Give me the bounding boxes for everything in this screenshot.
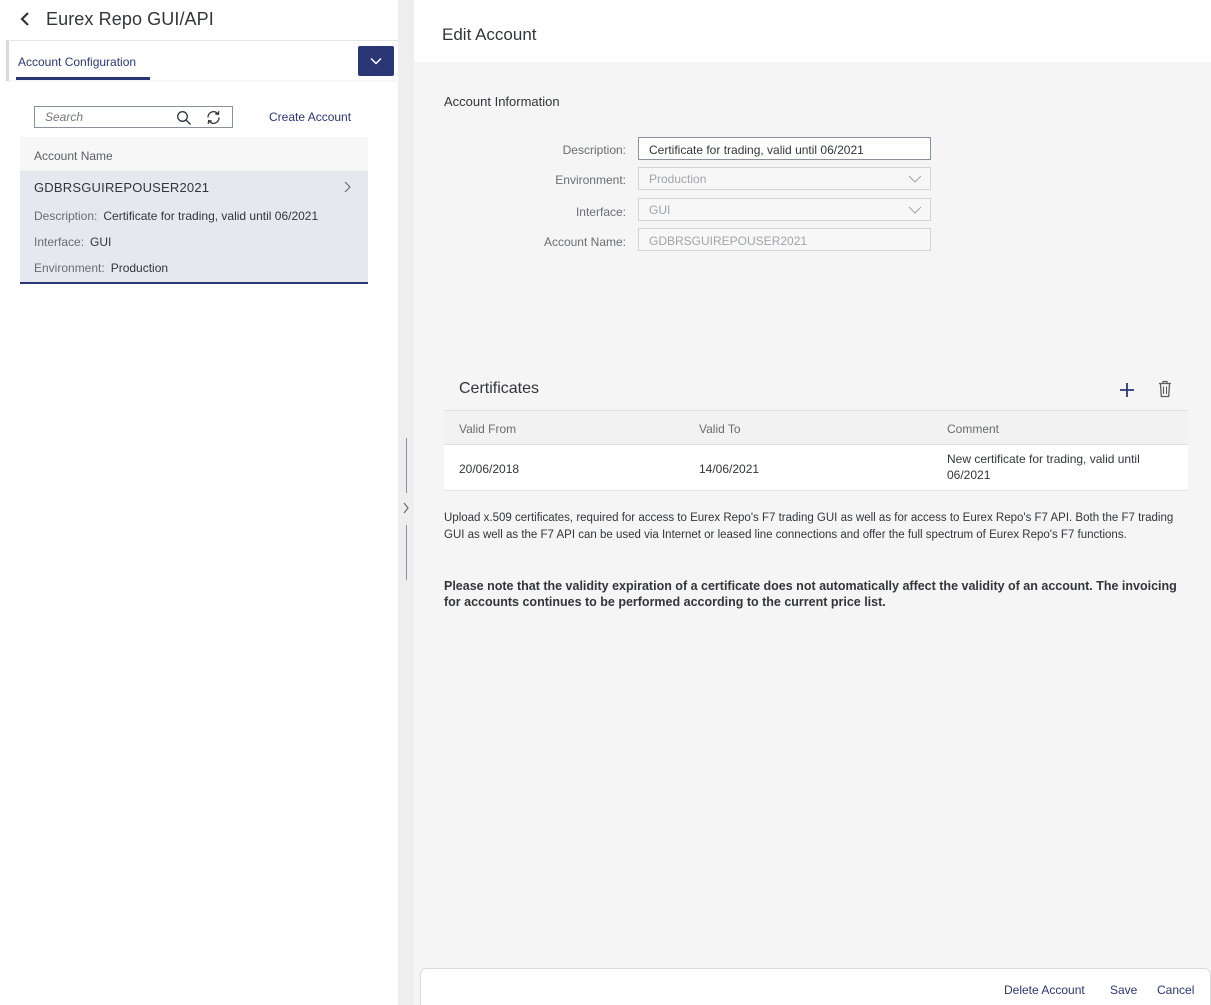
environment-select: Production (638, 167, 931, 190)
delete-account-button[interactable]: Delete Account (1004, 983, 1085, 997)
certificates-title: Certificates (459, 380, 540, 397)
back-arrow-icon[interactable] (18, 10, 36, 28)
search-toolbar: Create Account (20, 96, 368, 136)
splitter-chevron-right-icon[interactable] (401, 501, 411, 515)
account-information-title: Account Information (444, 94, 560, 109)
search-icon[interactable] (176, 110, 192, 126)
detail-header: Edit Account (414, 0, 1211, 62)
save-button[interactable]: Save (1110, 983, 1137, 997)
interface-select: GUI (638, 198, 931, 221)
splitter-grip-bottom (406, 525, 407, 580)
environment-value: Production (110, 261, 169, 275)
account-name-field-label: Account Name: (543, 235, 626, 249)
account-configuration-bar: Account Configuration (6, 40, 398, 81)
environment-field-label: Environment: (555, 173, 626, 187)
splitter-grip-top (406, 438, 407, 493)
chevron-down-icon (908, 206, 922, 214)
configuration-dropdown-button[interactable] (358, 46, 394, 76)
trash-icon[interactable] (1157, 380, 1173, 398)
account-list-item[interactable]: GDBRSGUIREPOUSER2021 Description: Certifi… (20, 172, 368, 284)
column-header-valid-to: Valid To (699, 422, 741, 436)
chevron-down-icon (908, 175, 922, 183)
footer-toolbar: Delete Account Save Cancel (420, 968, 1211, 1005)
search-input[interactable] (45, 109, 165, 125)
account-name-input: GDBRSGUIREPOUSER2021 (638, 228, 931, 251)
interface-value: GUI (90, 235, 112, 249)
description-value: Certificate for trading, valid until 06/… (103, 209, 319, 223)
master-pane: Eurex Repo GUI/API Account Configuration (0, 0, 398, 1005)
app-header: Eurex Repo GUI/API (0, 0, 398, 38)
chevron-down-icon (370, 57, 382, 65)
page-title: Edit Account (442, 25, 537, 44)
description-input[interactable]: Certificate for trading, valid until 06/… (638, 137, 931, 160)
interface-label: Interface: (34, 235, 85, 249)
column-header-comment: Comment (947, 422, 1000, 436)
certificates-info-text: Upload x.509 certificates, required for … (444, 512, 1174, 541)
valid-to-cell: 14/06/2021 (699, 462, 760, 476)
account-list-area: Create Account Account Name GDBRSGUIREPO… (20, 96, 368, 284)
comment-cell: New certificate for trading, valid until… (947, 452, 1140, 482)
validity-notice-text: Please note that the validity expiration… (444, 579, 1177, 609)
list-column-header: Account Name (20, 137, 368, 172)
add-icon[interactable] (1118, 381, 1136, 399)
environment-select-value: Production (649, 172, 707, 186)
app-title: Eurex Repo GUI/API (46, 8, 214, 29)
refresh-icon[interactable] (205, 109, 222, 126)
bar-strip (6, 41, 9, 81)
description-field-label: Description: (562, 143, 626, 157)
account-name-input-value: GDBRSGUIREPOUSER2021 (649, 234, 808, 248)
table-header-row: Valid From Valid To Comment (444, 410, 1188, 445)
account-description-attribute: Description: Certificate for trading, val… (34, 209, 318, 223)
account-name: GDBRSGUIREPOUSER2021 (34, 180, 210, 195)
description-label: Description: (34, 209, 98, 223)
column-header-valid-from: Valid From (459, 422, 517, 436)
search-field[interactable] (34, 106, 233, 128)
description-input-value: Certificate for trading, valid until 06/… (649, 143, 864, 157)
detail-pane: Edit Account Account Information Descrip… (414, 0, 1211, 1005)
chevron-right-icon (344, 181, 351, 193)
certificates-table: Valid From Valid To Comment 20/06/2018 1… (444, 410, 1188, 491)
environment-label: Environment: (34, 261, 105, 275)
table-row[interactable]: 20/06/2018 14/06/2021 New certificate fo… (444, 445, 1188, 491)
interface-select-value: GUI (649, 203, 671, 217)
account-environment-attribute: Environment: Production (34, 261, 168, 275)
interface-field-label: Interface: (575, 205, 626, 219)
tab-selected-indicator (16, 77, 150, 80)
tab-account-configuration[interactable]: Account Configuration (18, 55, 136, 69)
valid-from-cell: 20/06/2018 (459, 462, 520, 476)
account-interface-attribute: Interface: GUI (34, 235, 111, 249)
column-header-account-name: Account Name (34, 149, 113, 163)
cancel-button[interactable]: Cancel (1157, 983, 1194, 997)
create-account-link[interactable]: Create Account (269, 110, 351, 124)
